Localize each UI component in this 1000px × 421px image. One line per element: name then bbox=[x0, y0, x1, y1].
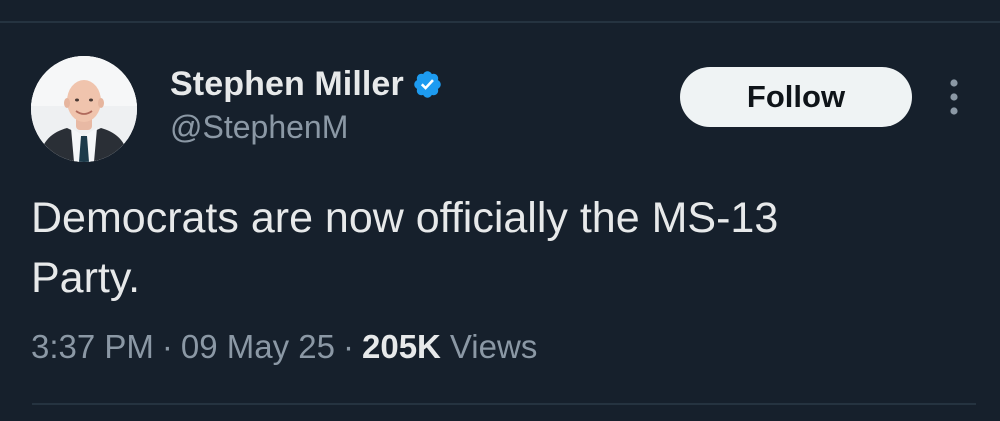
person-portrait-icon bbox=[31, 56, 137, 162]
tweet-date[interactable]: 09 May 25 bbox=[181, 328, 335, 366]
meta-separator: · bbox=[343, 328, 354, 365]
tweet-text-line: Democrats are now officially the MS-13 bbox=[31, 194, 779, 242]
tweet-time[interactable]: 3:37 PM bbox=[31, 328, 154, 366]
top-divider bbox=[0, 21, 1000, 23]
views-label[interactable]: Views bbox=[450, 328, 537, 366]
author-handle[interactable]: @StephenM bbox=[170, 109, 348, 146]
follow-button[interactable]: Follow bbox=[680, 67, 912, 127]
bottom-divider bbox=[32, 403, 976, 405]
vertical-ellipsis-icon[interactable] bbox=[938, 74, 970, 120]
tweet-text: Democrats are now officially the MS-13 P… bbox=[31, 188, 931, 308]
avatar[interactable] bbox=[31, 56, 137, 162]
verified-badge-icon[interactable] bbox=[412, 69, 443, 100]
meta-separator: · bbox=[161, 328, 173, 365]
views-count[interactable]: 205K bbox=[362, 328, 441, 366]
tweet-text-line: Party. bbox=[31, 254, 141, 302]
author-name-row[interactable]: Stephen Miller bbox=[170, 62, 443, 106]
tweet-card: Stephen Miller @StephenM Follow Democrat… bbox=[0, 0, 1000, 421]
tweet-meta: 3:37 PM · 09 May 25 · 205K Views bbox=[31, 328, 537, 366]
author-display-name[interactable]: Stephen Miller bbox=[170, 65, 404, 104]
